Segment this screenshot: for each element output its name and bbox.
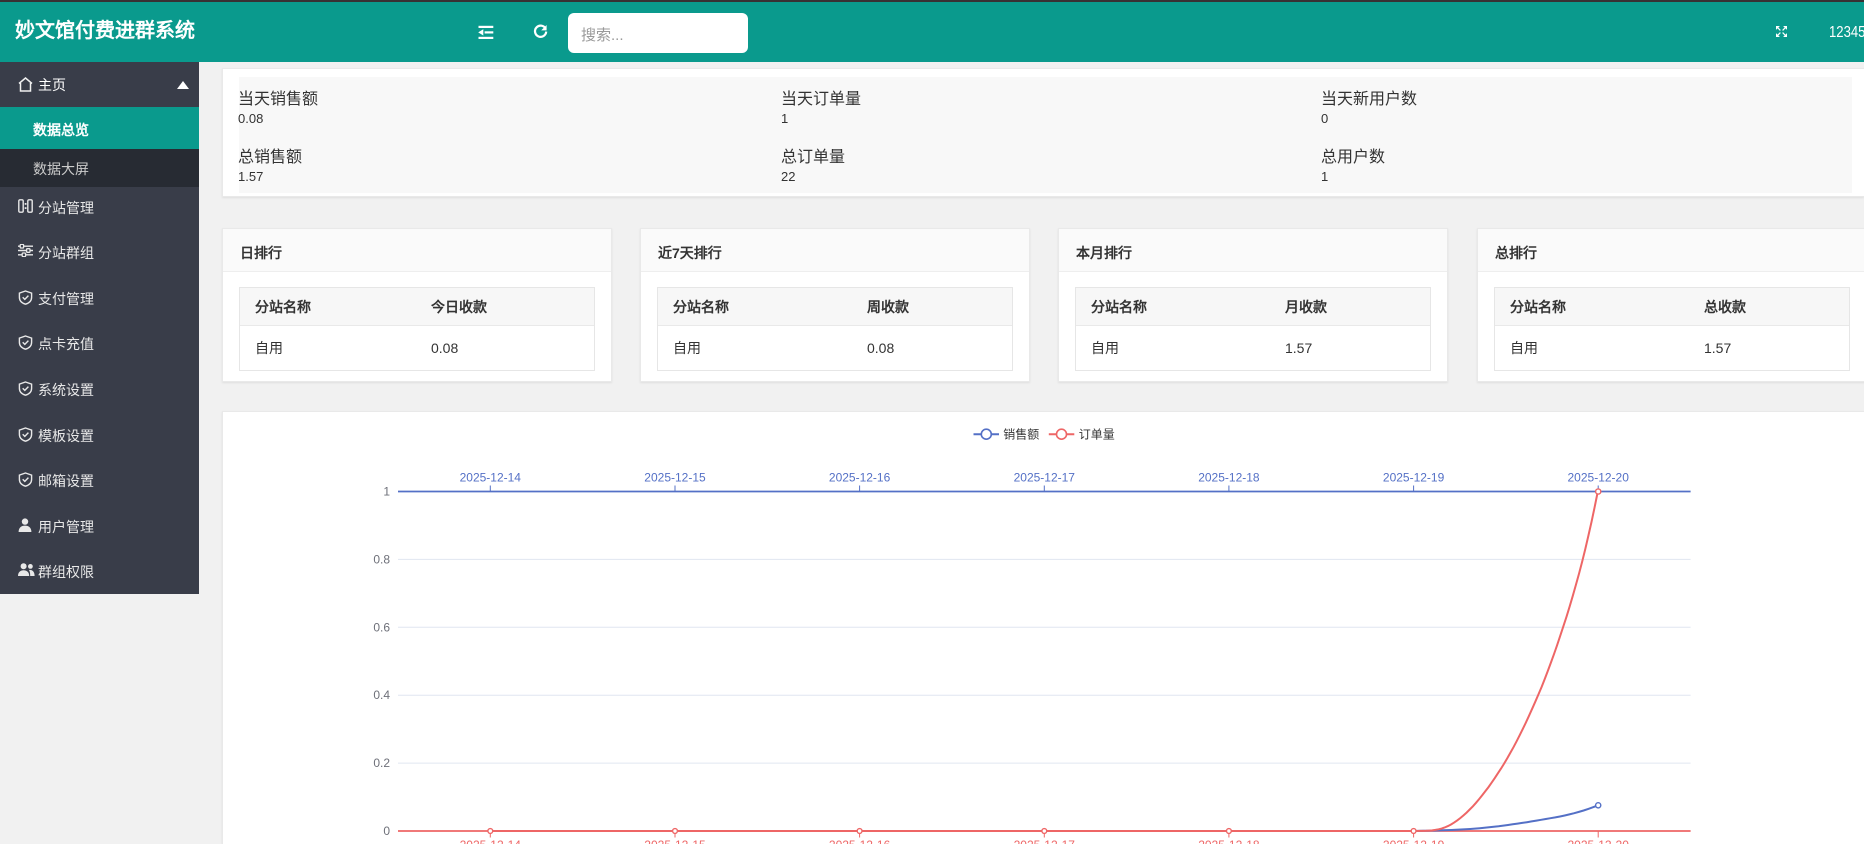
svg-text:2025-12-19: 2025-12-19 [1383, 471, 1445, 485]
svg-text:2025-12-18: 2025-12-18 [1198, 838, 1260, 844]
svg-text:2025-12-15: 2025-12-15 [644, 471, 706, 485]
svg-text:2025-12-14: 2025-12-14 [460, 838, 522, 844]
svg-text:2025-12-20: 2025-12-20 [1568, 838, 1630, 844]
svg-text:0.8: 0.8 [373, 552, 390, 566]
svg-text:2025-12-15: 2025-12-15 [644, 838, 706, 844]
svg-text:1: 1 [383, 485, 390, 499]
svg-text:0.6: 0.6 [373, 620, 390, 634]
svg-text:2025-12-14: 2025-12-14 [460, 471, 522, 485]
svg-text:2025-12-19: 2025-12-19 [1383, 838, 1445, 844]
svg-text:2025-12-20: 2025-12-20 [1568, 471, 1630, 485]
svg-text:2025-12-16: 2025-12-16 [829, 838, 891, 844]
svg-text:0.2: 0.2 [373, 756, 390, 770]
svg-text:0: 0 [383, 824, 390, 838]
svg-text:销售额: 销售额 [1003, 427, 1039, 442]
svg-text:2025-12-16: 2025-12-16 [829, 471, 891, 485]
svg-text:订单量: 订单量 [1079, 428, 1115, 442]
svg-text:0.4: 0.4 [373, 688, 390, 702]
svg-text:2025-12-17: 2025-12-17 [1014, 471, 1076, 485]
svg-text:2025-12-18: 2025-12-18 [1198, 471, 1260, 485]
svg-text:2025-12-17: 2025-12-17 [1014, 838, 1076, 844]
